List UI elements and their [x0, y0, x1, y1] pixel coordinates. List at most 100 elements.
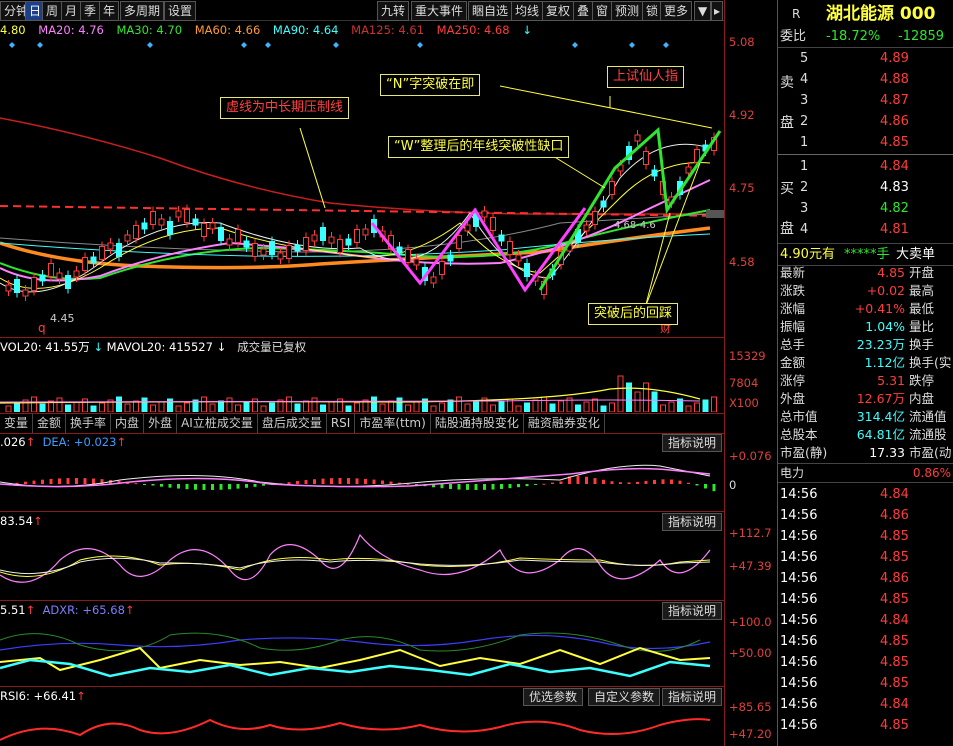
candle-body: [150, 211, 156, 225]
quote-stat-value: 64.81亿: [856, 427, 905, 442]
macd-bar: [559, 481, 563, 484]
more-dropdown-icon[interactable]: ▼: [694, 1, 712, 21]
macd-bar: [262, 484, 265, 486]
ma-legend-ma60: MA60: 4.66: [194, 23, 261, 37]
tab-outer[interactable]: 外盘: [144, 414, 178, 433]
tick-price: 4.85: [880, 676, 909, 691]
dmi-chart[interactable]: [0, 620, 724, 685]
overlay-button[interactable]: 叠: [573, 1, 594, 21]
sell-level-index: 2: [800, 114, 809, 129]
sector-name: 电力: [780, 466, 805, 480]
macd-bar: [585, 476, 588, 484]
macd-bar: [338, 478, 342, 484]
tick-row: 14:56 4.84: [778, 484, 953, 505]
macd-bar: [483, 484, 486, 490]
candle-body: [133, 225, 139, 239]
tab-variable[interactable]: 变量: [0, 414, 34, 433]
rsi-help-button[interactable]: 指标说明: [662, 688, 723, 706]
volume-bar: [99, 402, 105, 412]
macd-help-button[interactable]: 指标说明: [662, 434, 723, 452]
dmi-adxr-legend: ADXR: +65.68: [42, 603, 125, 617]
buy-level-index: 4: [800, 222, 809, 237]
candle-body: [235, 229, 241, 243]
macd-axis-1: +0.076: [729, 449, 772, 463]
up-arrow-icon: ↑: [32, 514, 43, 528]
dmi-help-button[interactable]: 指标说明: [662, 602, 723, 620]
buy-level-index: 2: [800, 180, 809, 195]
candle-body: [184, 209, 190, 223]
quote-stat-row: 外盘 12.67万 内盘: [778, 390, 953, 408]
quote-stat-row: 市盈(静) 17.33 市盈(动: [778, 444, 953, 462]
candle-body: [320, 227, 326, 241]
volume-bar: [592, 398, 598, 412]
macd-bar: [211, 484, 214, 490]
settings-button[interactable]: 设置: [164, 1, 197, 21]
jiuzhuan-button[interactable]: 九转: [377, 1, 410, 21]
candle-body: [592, 211, 598, 225]
lock-icon[interactable]: 锁: [642, 1, 663, 21]
volume-bar: [218, 400, 224, 412]
sector-pct: 0.86%: [912, 466, 951, 480]
period-week-button[interactable]: 周: [42, 1, 63, 21]
stock-header: R 湖北能源 000: [778, 2, 953, 26]
candle-body: [209, 222, 216, 230]
kdj-chart[interactable]: [0, 530, 724, 600]
buy-level-price: 4.84: [880, 159, 909, 174]
macd-chart[interactable]: [0, 452, 724, 510]
quote-stat-row: 涨停 5.31 跌停: [778, 372, 953, 390]
adjust-button[interactable]: 复权: [542, 1, 575, 21]
period-year-button[interactable]: 年: [99, 1, 120, 21]
more-button[interactable]: 更多: [660, 1, 693, 21]
price-axis-divider: [724, 0, 725, 746]
tab-ai-volume[interactable]: AI立桩成交量: [177, 414, 258, 433]
stock-name: 湖北能源 000: [826, 4, 936, 24]
tab-turnover[interactable]: 换手率: [66, 414, 112, 433]
candle-body: [464, 224, 471, 232]
rsi-custom-params-button[interactable]: 自定义参数: [588, 688, 661, 706]
tab-amount[interactable]: 金额: [33, 414, 67, 433]
tick-row: 14:56 4.86: [778, 505, 953, 526]
ma-legend-ma10: 4.80: [0, 23, 26, 37]
period-month-button[interactable]: 月: [61, 1, 82, 21]
tab-inner[interactable]: 内盘: [111, 414, 145, 433]
quote-stat-label: 市盈(静): [780, 445, 828, 460]
volume-bar: [82, 398, 88, 412]
buy-level-row: 4 4.81: [778, 219, 953, 240]
kdj-help-button[interactable]: 指标说明: [662, 513, 723, 531]
rsi-chart[interactable]: [0, 705, 724, 746]
tab-after-hours[interactable]: 盘后成交量: [258, 414, 327, 433]
period-toolbar: 分钟 日 周 月 季 年 多周期 设置 九转 重大事件 睏自选 均线 复权 叠 …: [0, 0, 724, 21]
volume-bar: [379, 403, 386, 412]
tab-margin[interactable]: 融资融券变化: [524, 414, 605, 433]
macd-bar: [534, 484, 537, 485]
scroll-right-icon[interactable]: ▸: [711, 1, 724, 21]
tab-rsi[interactable]: RSI: [327, 414, 356, 433]
candle-body: [337, 239, 343, 253]
macd-bar: [610, 481, 614, 484]
tick-row: 14:56 4.84: [778, 694, 953, 715]
tick-price: 4.84: [880, 697, 909, 712]
rsi-preferred-params-button[interactable]: 优选参数: [523, 688, 584, 706]
watchlist-button[interactable]: 睏自选: [468, 1, 513, 21]
volume-bar: [269, 402, 275, 412]
volume-bar: [617, 375, 624, 412]
volume-chart[interactable]: [0, 355, 724, 412]
tab-pe-ttm[interactable]: 市盈率(ttm): [355, 414, 431, 433]
quote-stat-label: 外盘: [780, 391, 806, 406]
candle-body: [524, 263, 530, 277]
candle-body: [124, 234, 131, 242]
down-arrow-icon: ↓: [522, 23, 532, 37]
macd-bar: [355, 478, 359, 484]
candle-body: [447, 254, 454, 262]
volume-bar: [252, 398, 258, 412]
window-button[interactable]: 窗: [592, 1, 613, 21]
multi-period-button[interactable]: 多周期: [120, 1, 165, 21]
major-events-button[interactable]: 重大事件: [411, 1, 468, 21]
period-quarter-button[interactable]: 季: [80, 1, 101, 21]
tab-hk-connect[interactable]: 陆股通持股变化: [431, 414, 524, 433]
forecast-button[interactable]: 预测: [611, 1, 644, 21]
sell-level-index: 1: [800, 135, 809, 150]
ma-lines-button[interactable]: 均线: [511, 1, 544, 21]
macd-bar: [695, 484, 699, 486]
tick-row: 14:56 4.85: [778, 589, 953, 610]
